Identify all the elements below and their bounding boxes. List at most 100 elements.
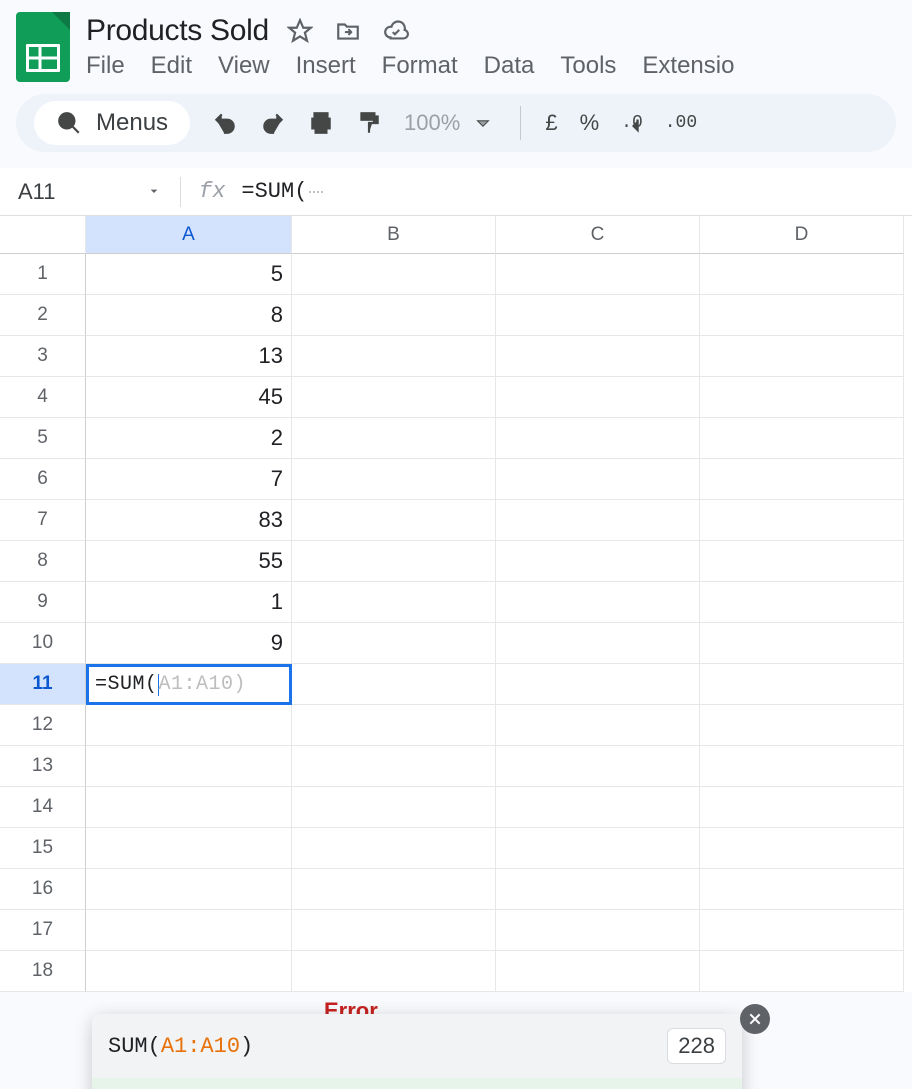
cell[interactable] (292, 746, 496, 787)
cell[interactable] (496, 582, 700, 623)
cell[interactable] (700, 459, 904, 500)
currency-format-button[interactable]: £ (545, 110, 557, 136)
cell[interactable] (496, 541, 700, 582)
row-header[interactable]: 2 (0, 295, 86, 336)
row-header[interactable]: 15 (0, 828, 86, 869)
cell[interactable] (292, 828, 496, 869)
row-header[interactable]: 14 (0, 787, 86, 828)
print-button[interactable] (308, 110, 334, 136)
cell[interactable] (86, 828, 292, 869)
cell[interactable] (496, 664, 700, 705)
cell[interactable] (496, 746, 700, 787)
cell[interactable] (292, 787, 496, 828)
cell[interactable]: 9 (86, 623, 292, 664)
cell[interactable] (292, 254, 496, 295)
cell[interactable] (700, 787, 904, 828)
cell[interactable] (86, 705, 292, 746)
row-header[interactable]: 11 (0, 664, 86, 705)
redo-button[interactable] (260, 110, 286, 136)
star-icon[interactable] (287, 18, 313, 44)
cell[interactable]: 1 (86, 582, 292, 623)
menu-extensions[interactable]: Extensio (642, 52, 734, 80)
cell[interactable] (86, 746, 292, 787)
document-title[interactable]: Products Sold (86, 14, 269, 48)
cell[interactable] (86, 787, 292, 828)
menu-edit[interactable]: Edit (151, 52, 192, 80)
cell[interactable] (700, 295, 904, 336)
undo-button[interactable] (212, 110, 238, 136)
menus-search[interactable]: Menus (34, 101, 190, 145)
cell[interactable] (292, 377, 496, 418)
menu-file[interactable]: File (86, 52, 125, 80)
cell[interactable] (292, 582, 496, 623)
cell[interactable] (496, 295, 700, 336)
close-panel-button[interactable] (740, 1004, 770, 1034)
cell[interactable] (292, 951, 496, 992)
row-header[interactable]: 7 (0, 500, 86, 541)
spreadsheet-grid[interactable]: A B C D 152831344552677838559110911=SUM(… (0, 216, 912, 992)
cell[interactable] (292, 295, 496, 336)
cell[interactable]: 5 (86, 254, 292, 295)
cell[interactable] (700, 623, 904, 664)
menu-format[interactable]: Format (382, 52, 458, 80)
row-header[interactable]: 13 (0, 746, 86, 787)
cloud-status-icon[interactable] (383, 18, 409, 44)
cell[interactable] (700, 418, 904, 459)
cell[interactable] (496, 377, 700, 418)
zoom-dropdown[interactable]: 100% (404, 110, 496, 136)
cell[interactable] (496, 500, 700, 541)
cell[interactable] (700, 582, 904, 623)
formula-signature-row[interactable]: SUM(value1, [value2, …]) (92, 1078, 742, 1089)
paint-format-button[interactable] (356, 110, 382, 136)
cell[interactable] (496, 787, 700, 828)
row-header[interactable]: 9 (0, 582, 86, 623)
name-box[interactable]: A11 (10, 179, 180, 205)
cell[interactable] (292, 623, 496, 664)
cell[interactable] (700, 500, 904, 541)
row-header[interactable]: 17 (0, 910, 86, 951)
cell[interactable] (700, 746, 904, 787)
cell[interactable] (292, 664, 496, 705)
cell[interactable] (496, 254, 700, 295)
cell[interactable] (496, 705, 700, 746)
cell[interactable]: 45 (86, 377, 292, 418)
cell[interactable] (292, 459, 496, 500)
menu-tools[interactable]: Tools (560, 52, 616, 80)
cell[interactable] (700, 377, 904, 418)
cell[interactable] (496, 418, 700, 459)
menu-data[interactable]: Data (484, 52, 535, 80)
cell[interactable] (292, 541, 496, 582)
row-header[interactable]: 12 (0, 705, 86, 746)
move-folder-icon[interactable] (335, 18, 361, 44)
cell[interactable] (292, 705, 496, 746)
row-header[interactable]: 16 (0, 869, 86, 910)
cell[interactable] (700, 910, 904, 951)
column-header-C[interactable]: C (496, 216, 700, 254)
cell[interactable] (700, 254, 904, 295)
cell[interactable] (86, 910, 292, 951)
cell[interactable] (700, 828, 904, 869)
cell[interactable] (700, 705, 904, 746)
cell[interactable]: 2 (86, 418, 292, 459)
cell[interactable]: 13 (86, 336, 292, 377)
cell[interactable] (496, 951, 700, 992)
cell[interactable] (700, 869, 904, 910)
column-header-A[interactable]: A (86, 216, 292, 254)
menu-insert[interactable]: Insert (296, 52, 356, 80)
increase-decimal-button[interactable]: .00 (665, 113, 697, 133)
cell[interactable] (292, 418, 496, 459)
row-header[interactable]: 10 (0, 623, 86, 664)
cell[interactable]: 83 (86, 500, 292, 541)
cell[interactable] (292, 910, 496, 951)
cell[interactable]: 55 (86, 541, 292, 582)
cell[interactable] (700, 664, 904, 705)
menu-view[interactable]: View (218, 52, 270, 80)
cell[interactable]: 7 (86, 459, 292, 500)
row-header[interactable]: 1 (0, 254, 86, 295)
column-header-D[interactable]: D (700, 216, 904, 254)
select-all-corner[interactable] (0, 216, 86, 254)
cell[interactable] (86, 951, 292, 992)
cell[interactable] (292, 869, 496, 910)
cell[interactable] (86, 869, 292, 910)
cell[interactable]: =SUM(A1:A10) (86, 664, 292, 705)
